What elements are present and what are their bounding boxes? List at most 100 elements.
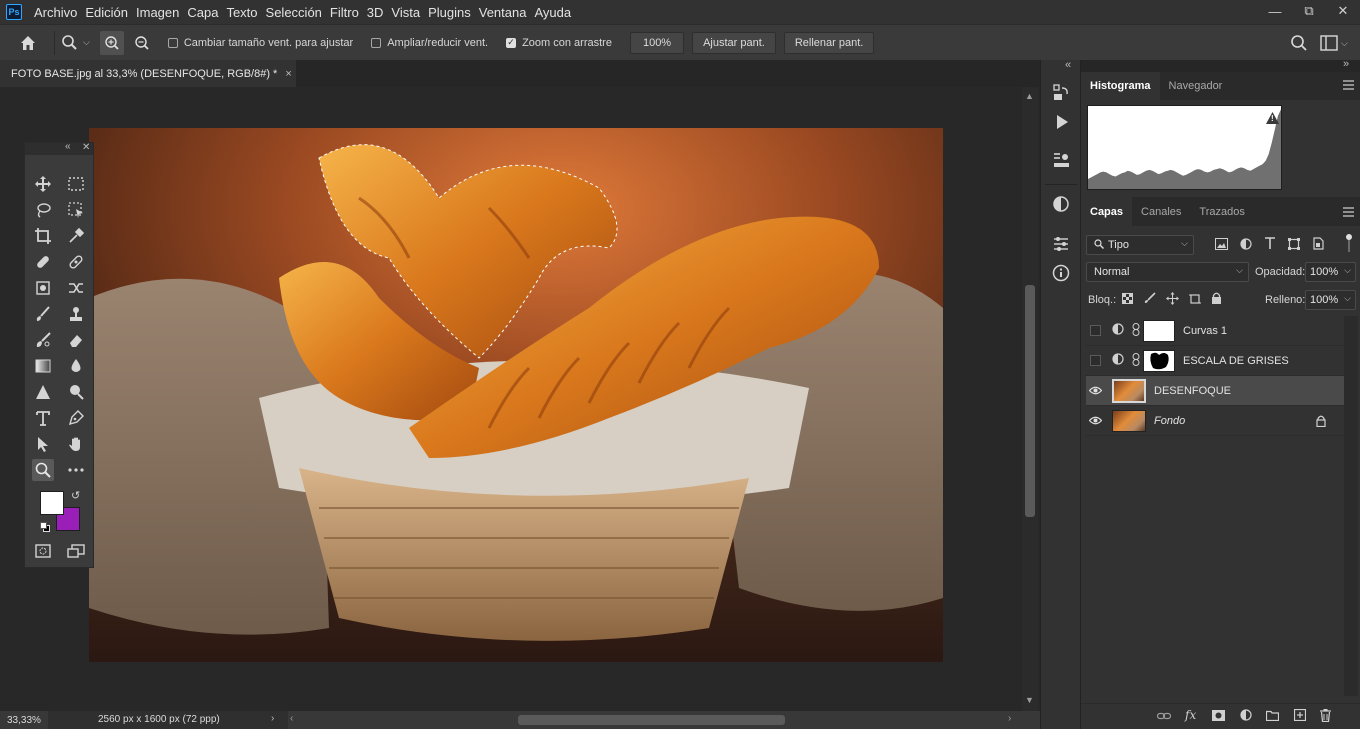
visibility-toggle[interactable] — [1086, 346, 1104, 376]
history-panel-icon[interactable] — [1051, 82, 1071, 105]
actions-play-icon[interactable] — [1053, 113, 1071, 134]
pen-tool-icon[interactable] — [65, 407, 87, 429]
vertical-scrollbar[interactable]: ▲ ▼ — [1022, 87, 1038, 711]
lasso-tool-icon[interactable] — [32, 199, 54, 221]
close-window-button[interactable]: ✕ — [1326, 0, 1360, 22]
layer-thumbnail[interactable] — [1112, 378, 1146, 403]
menu-ventana[interactable]: Ventana — [479, 5, 535, 20]
visibility-toggle[interactable] — [1086, 316, 1104, 346]
panel-menu-icon[interactable] — [1343, 79, 1354, 93]
link-icon[interactable] — [1132, 322, 1140, 339]
link-icon[interactable] — [1132, 352, 1140, 369]
eyedropper-tool-icon[interactable] — [65, 225, 87, 247]
fill-screen-button[interactable]: Rellenar pant. — [783, 31, 875, 54]
scroll-left-icon[interactable]: ‹ — [290, 713, 293, 724]
menu-seleccion[interactable]: Selección — [266, 5, 330, 20]
lock-position-icon[interactable] — [1166, 292, 1179, 308]
resize-windows-option[interactable]: Cambiar tamaño vent. para ajustar — [167, 37, 353, 49]
layer-mask-thumbnail[interactable] — [1143, 319, 1175, 342]
hand-tool-icon[interactable] — [65, 433, 87, 455]
swap-colors-icon[interactable]: ↺ — [71, 489, 80, 502]
layer-row-escala-grises[interactable]: ESCALA DE GRISES — [1086, 346, 1344, 376]
scroll-right-icon[interactable]: › — [1008, 713, 1011, 724]
scrubby-zoom-option[interactable]: ✓ Zoom con arrastre — [506, 37, 612, 49]
path-selection-tool-icon[interactable] — [32, 433, 54, 455]
tab-trazados[interactable]: Trazados — [1190, 197, 1253, 226]
stamp-tool-icon[interactable] — [65, 303, 87, 325]
adjustments-panel-icon[interactable] — [1051, 234, 1071, 257]
filter-shape-icon[interactable] — [1288, 238, 1300, 253]
collapse-panels-icon[interactable]: « — [1065, 59, 1071, 71]
menu-filtro[interactable]: Filtro — [330, 5, 367, 20]
eye-icon[interactable] — [1086, 406, 1104, 436]
menu-archivo[interactable]: Archivo — [34, 5, 85, 20]
sponge-tool-icon[interactable] — [65, 381, 87, 403]
filter-pixel-icon[interactable] — [1215, 238, 1228, 253]
layers-menu-icon[interactable] — [1343, 206, 1354, 220]
tab-navegador[interactable]: Navegador — [1160, 72, 1232, 100]
healing-brush-tool-icon[interactable] — [65, 251, 87, 273]
delete-layer-icon[interactable] — [1320, 709, 1331, 725]
zoom-tool-icon[interactable] — [32, 459, 54, 481]
add-mask-icon[interactable] — [1212, 710, 1225, 724]
zoom-level[interactable]: 33,33% — [0, 715, 48, 726]
zoom-all-option[interactable]: Ampliar/reducir vent. — [371, 37, 488, 49]
eraser-tool-icon[interactable] — [65, 329, 87, 351]
expand-panels-icon[interactable]: » — [1343, 58, 1349, 70]
zoom-out-icon[interactable] — [130, 31, 154, 55]
menu-ayuda[interactable]: Ayuda — [534, 5, 579, 20]
lock-pixels-icon[interactable] — [1144, 292, 1156, 307]
fx-icon[interactable]: fx — [1185, 708, 1196, 722]
filter-smart-object-icon[interactable] — [1312, 237, 1324, 253]
dodge-tool-icon[interactable] — [32, 381, 54, 403]
vertical-scroll-thumb[interactable] — [1025, 285, 1035, 517]
zoom-tool-preset-icon[interactable]: ⌵ — [61, 34, 90, 52]
menu-texto[interactable]: Texto — [226, 5, 265, 20]
shuffle-tool-icon[interactable] — [65, 277, 87, 299]
tab-histograma[interactable]: Histograma — [1081, 72, 1160, 100]
new-layer-icon[interactable] — [1293, 708, 1307, 724]
menu-plugins[interactable]: Plugins — [428, 5, 479, 20]
horizontal-scroll-thumb[interactable] — [518, 715, 785, 725]
eye-icon[interactable] — [1086, 376, 1104, 406]
fill-input[interactable]: 100% ⌵ — [1305, 290, 1356, 310]
chevron-right-icon[interactable]: › — [271, 713, 274, 724]
chevron-up-icon[interactable]: ▲ — [1025, 91, 1034, 101]
document-image[interactable] — [89, 128, 943, 662]
filter-type-icon[interactable] — [1264, 237, 1276, 253]
quick-mask-icon[interactable] — [32, 540, 54, 562]
brush-tool-icon[interactable] — [32, 303, 54, 325]
link-layers-icon[interactable] — [1156, 710, 1172, 724]
zoom-all-checkbox[interactable] — [371, 37, 382, 48]
menu-vista[interactable]: Vista — [391, 5, 428, 20]
new-adjustment-icon[interactable] — [1240, 709, 1252, 724]
object-selection-tool-icon[interactable] — [65, 199, 87, 221]
layers-scrollbar[interactable] — [1344, 316, 1358, 696]
blend-mode-select[interactable]: Normal ⌵ — [1086, 262, 1249, 282]
search-icon[interactable] — [1290, 34, 1308, 55]
marquee-tool-icon[interactable] — [65, 173, 87, 195]
properties-panel-icon[interactable] — [1051, 150, 1071, 173]
spot-healing-tool-icon[interactable] — [32, 251, 54, 273]
content-aware-tool-icon[interactable] — [32, 277, 54, 299]
minimize-button[interactable]: — — [1258, 0, 1292, 22]
layer-row-fondo[interactable]: Fondo — [1086, 406, 1344, 436]
gradient-tool-icon[interactable] — [32, 355, 54, 377]
layer-row-desenfoque[interactable]: DESENFOQUE — [1086, 376, 1344, 406]
tab-canales[interactable]: Canales — [1132, 197, 1190, 226]
restore-button[interactable]: ⧉ — [1292, 0, 1326, 22]
color-panel-icon[interactable] — [1051, 194, 1071, 217]
crop-tool-icon[interactable] — [32, 225, 54, 247]
move-tool-icon[interactable] — [32, 173, 54, 195]
lock-all-icon[interactable] — [1211, 292, 1222, 307]
tab-capas[interactable]: Capas — [1081, 197, 1133, 226]
collapse-icon[interactable]: « — [65, 141, 71, 152]
default-colors-icon[interactable] — [40, 522, 50, 532]
blur-tool-icon[interactable] — [65, 355, 87, 377]
screen-mode-icon[interactable] — [65, 540, 87, 562]
close-tab-icon[interactable]: × — [285, 68, 291, 80]
opacity-input[interactable]: 100% ⌵ — [1305, 262, 1356, 282]
more-tools-icon[interactable] — [65, 459, 87, 481]
history-brush-tool-icon[interactable] — [32, 329, 54, 351]
zoom-in-icon[interactable] — [99, 30, 124, 55]
